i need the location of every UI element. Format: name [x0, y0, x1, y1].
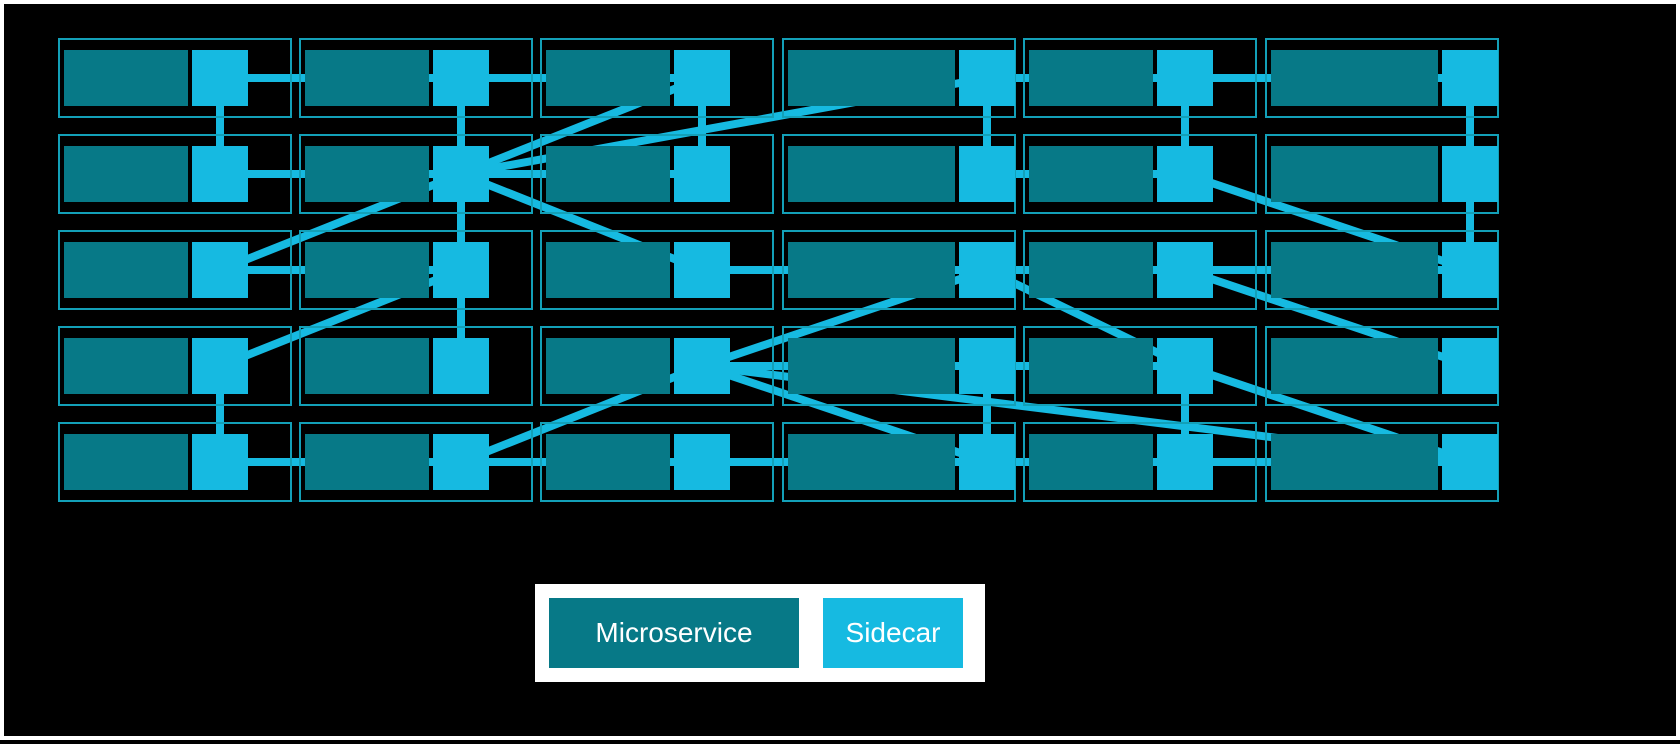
- microservice-box: [64, 242, 188, 298]
- microservice-box: [64, 50, 188, 106]
- sidecar-box: [433, 146, 489, 202]
- sidecar-box: [959, 50, 1015, 106]
- sidecar-box: [959, 242, 1015, 298]
- legend-microservice: Microservice: [549, 598, 799, 668]
- microservice-box: [1271, 242, 1438, 298]
- microservice-box: [64, 434, 188, 490]
- sidecar-box: [674, 242, 730, 298]
- sidecar-box: [674, 146, 730, 202]
- sidecar-box: [1157, 338, 1213, 394]
- sidecar-box: [1157, 434, 1213, 490]
- sidecar-box: [1157, 146, 1213, 202]
- microservice-box: [305, 338, 429, 394]
- sidecar-box: [674, 434, 730, 490]
- sidecar-box: [1442, 146, 1498, 202]
- microservice-box: [1029, 50, 1153, 106]
- sidecar-box: [433, 50, 489, 106]
- sidecar-box: [1442, 50, 1498, 106]
- sidecar-box: [192, 338, 248, 394]
- diagram-stage: Microservice Sidecar: [0, 0, 1680, 740]
- sidecar-box: [1442, 434, 1498, 490]
- sidecar-box: [192, 146, 248, 202]
- microservice-box: [1271, 50, 1438, 106]
- sidecar-box: [433, 338, 489, 394]
- microservice-box: [1029, 338, 1153, 394]
- microservice-box: [64, 146, 188, 202]
- sidecar-box: [959, 338, 1015, 394]
- sidecar-box: [192, 50, 248, 106]
- sidecar-box: [959, 146, 1015, 202]
- sidecar-box: [1442, 242, 1498, 298]
- microservice-box: [1271, 146, 1438, 202]
- microservice-box: [788, 338, 955, 394]
- microservice-box: [305, 50, 429, 106]
- sidecar-box: [192, 242, 248, 298]
- microservice-box: [788, 434, 955, 490]
- sidecar-box: [959, 434, 1015, 490]
- microservice-box: [546, 338, 670, 394]
- sidecar-box: [433, 242, 489, 298]
- sidecar-box: [433, 434, 489, 490]
- sidecar-box: [1157, 50, 1213, 106]
- sidecar-box: [192, 434, 248, 490]
- sidecar-box: [674, 338, 730, 394]
- microservice-box: [1271, 434, 1438, 490]
- sidecar-box: [1442, 338, 1498, 394]
- sidecar-box: [1157, 242, 1213, 298]
- microservice-box: [788, 242, 955, 298]
- microservice-box: [546, 50, 670, 106]
- microservice-box: [788, 146, 955, 202]
- microservice-box: [1029, 434, 1153, 490]
- microservice-box: [1271, 338, 1438, 394]
- microservice-box: [305, 434, 429, 490]
- microservice-box: [546, 434, 670, 490]
- legend: Microservice Sidecar: [535, 584, 985, 682]
- microservice-box: [788, 50, 955, 106]
- microservice-box: [1029, 146, 1153, 202]
- sidecar-box: [674, 50, 730, 106]
- legend-sidecar: Sidecar: [823, 598, 963, 668]
- microservice-box: [305, 146, 429, 202]
- microservice-box: [546, 242, 670, 298]
- microservice-box: [546, 146, 670, 202]
- microservice-box: [64, 338, 188, 394]
- microservice-box: [1029, 242, 1153, 298]
- microservice-box: [305, 242, 429, 298]
